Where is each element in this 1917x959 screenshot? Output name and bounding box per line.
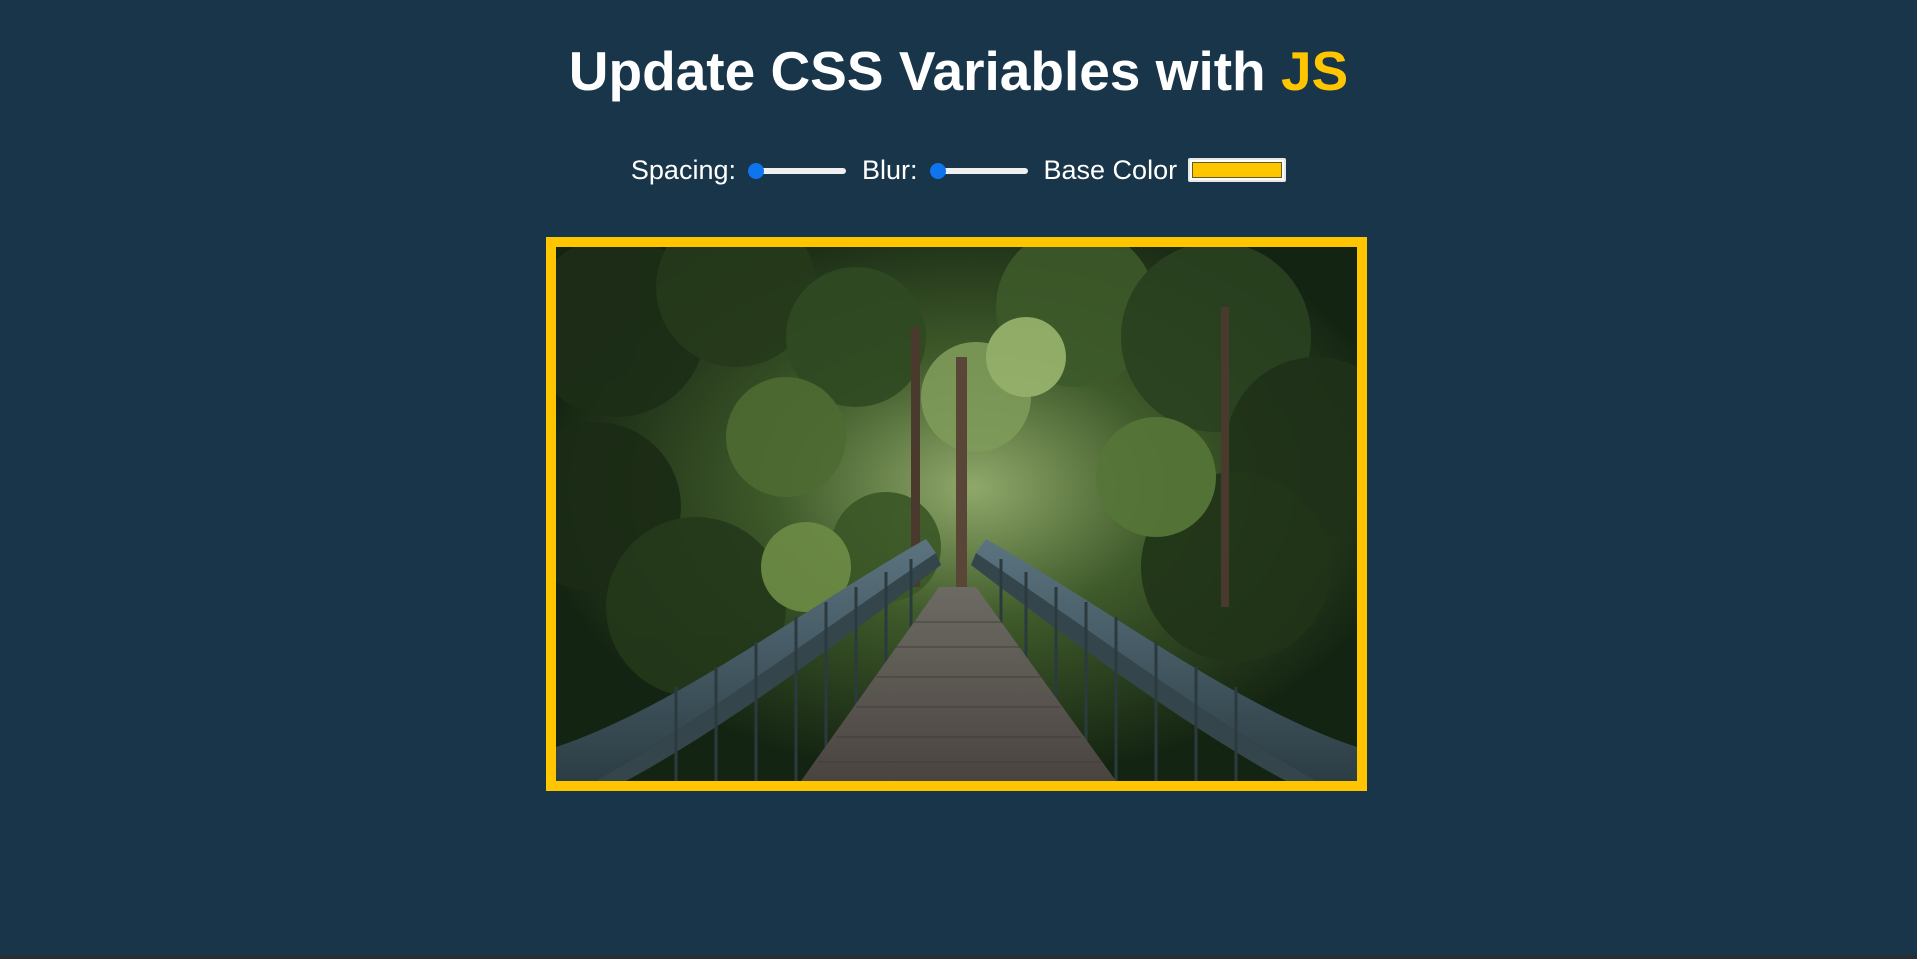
controls-bar: Spacing: Blur: Base Color	[0, 150, 1917, 190]
spacing-slider-thumb[interactable]	[747, 163, 764, 179]
spacing-slider-track	[749, 168, 846, 174]
spacing-label: Spacing:	[630, 155, 736, 185]
blur-slider-thumb[interactable]	[929, 163, 946, 179]
spacing-slider[interactable]	[747, 158, 848, 182]
title-text: Update CSS Variables with	[568, 40, 1266, 102]
base-color-swatch	[1192, 162, 1283, 178]
page-title: Update CSS Variables with JS	[0, 36, 1917, 106]
bottom-edge	[0, 955, 1917, 959]
page: Update CSS Variables with JS Spacing: Bl…	[0, 0, 1917, 955]
blur-slider[interactable]	[929, 158, 1030, 182]
forest-bridge-photo	[556, 247, 1357, 781]
blur-slider-track	[931, 168, 1028, 174]
title-highlight: JS	[1280, 40, 1349, 102]
blur-label: Blur:	[861, 155, 918, 185]
base-color-input[interactable]	[1188, 158, 1287, 182]
base-color-label: Base Color	[1043, 155, 1178, 185]
image-frame	[546, 237, 1367, 791]
